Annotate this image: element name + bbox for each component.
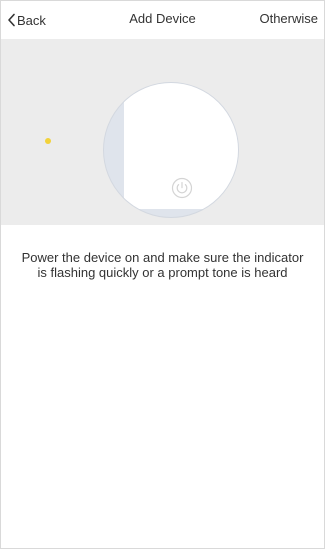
- chevron-left-icon: [8, 13, 15, 27]
- navigation-bar: Back Add Device Otherwise: [1, 1, 324, 39]
- page-title: Add Device: [129, 11, 196, 26]
- power-icon: [171, 177, 193, 199]
- device-illustration-area: [1, 39, 324, 225]
- back-button[interactable]: Back: [7, 11, 46, 29]
- back-label: Back: [17, 12, 46, 28]
- instruction-text: Power the device on and make sure the in…: [21, 250, 304, 280]
- indicator-light: [45, 138, 51, 144]
- otherwise-button[interactable]: Otherwise: [259, 11, 318, 26]
- add-device-screen: Back Add Device Otherwise Power the devi…: [0, 0, 325, 549]
